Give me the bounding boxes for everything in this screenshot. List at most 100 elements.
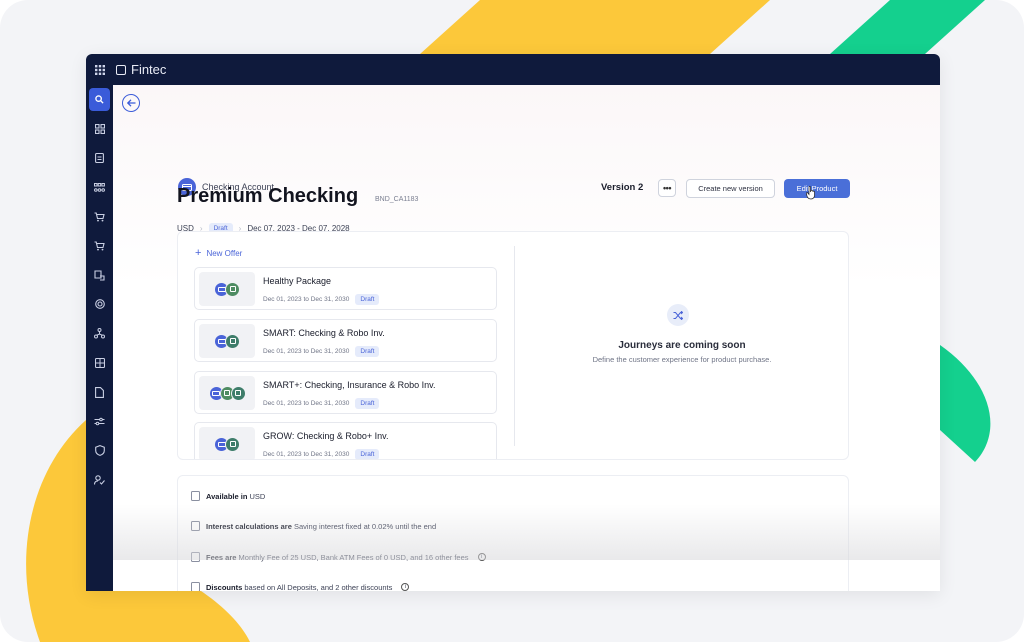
detail-bold: Discounts bbox=[206, 582, 243, 592]
sidebar-item-user-check[interactable] bbox=[86, 466, 113, 495]
status-badge: Draft bbox=[355, 449, 380, 459]
sidebar-item-document[interactable] bbox=[86, 378, 113, 407]
target-icon bbox=[94, 299, 105, 310]
top-bar: Fintec bbox=[86, 54, 940, 85]
product-icon bbox=[225, 333, 240, 349]
edit-product-button[interactable]: Edit Product bbox=[784, 179, 850, 198]
offer-card[interactable]: SMART: Checking & Robo Inv. Dec 01, 2023 … bbox=[194, 319, 497, 362]
new-offer-button[interactable]: + New Offer bbox=[195, 247, 242, 259]
offer-name: SMART: Checking & Robo Inv. bbox=[263, 328, 385, 338]
new-offer-label: New Offer bbox=[206, 248, 243, 258]
arrow-left-icon bbox=[126, 99, 135, 107]
offer-card[interactable]: SMART+: Checking, Insurance & Robo Inv. D… bbox=[194, 371, 497, 414]
apps-grid-icon[interactable] bbox=[86, 54, 114, 85]
info-icon[interactable]: i bbox=[477, 553, 486, 561]
sidebar-item-search[interactable] bbox=[89, 88, 110, 111]
offer-dates: Dec 01, 2023 to Dec 31, 2030 bbox=[263, 296, 350, 303]
decor-green-stripe bbox=[830, 0, 985, 54]
offer-name: Healthy Package bbox=[263, 276, 332, 286]
status-badge: Draft bbox=[355, 294, 380, 305]
sidebar-item-car[interactable] bbox=[86, 260, 113, 289]
sidebar-item-network[interactable] bbox=[86, 319, 113, 348]
plus-icon: + bbox=[195, 247, 202, 259]
network-icon bbox=[94, 328, 105, 339]
brand-logo-icon bbox=[116, 64, 126, 75]
decor-green-arc bbox=[940, 345, 991, 462]
detail-text: based on All Deposits, and 2 other disco… bbox=[244, 582, 393, 592]
version-label: Version 2 bbox=[601, 182, 644, 193]
offer-dates: Dec 01, 2023 to Dec 31, 2030 bbox=[263, 348, 350, 355]
sidebar-item-cart-alt[interactable] bbox=[86, 231, 113, 260]
offer-meta: Dec 01, 2023 to Dec 31, 2030 Draft bbox=[263, 398, 380, 409]
car-icon bbox=[94, 270, 105, 281]
sidebar-item-shield[interactable] bbox=[86, 436, 113, 465]
product-icon bbox=[230, 385, 246, 401]
sidebar-item-sliders[interactable] bbox=[86, 407, 113, 436]
clipboard-icon bbox=[95, 153, 104, 164]
status-badge: Draft bbox=[355, 346, 380, 357]
offers-panel: + New Offer Healthy Package Dec 01, 2023 … bbox=[177, 231, 849, 460]
journeys-title: Journeys are coming soon bbox=[618, 340, 746, 351]
offer-thumbnail bbox=[199, 376, 255, 410]
shuffle-icon bbox=[667, 304, 689, 326]
coins-icon bbox=[191, 521, 200, 531]
calculator-icon bbox=[94, 358, 105, 369]
detail-bold: Fees are bbox=[206, 552, 237, 562]
product-details: Available in USD Interest calculations a… bbox=[177, 475, 849, 591]
sidebar-item-bundles[interactable] bbox=[86, 173, 113, 202]
create-new-version-button[interactable]: Create new version bbox=[686, 179, 775, 198]
document-icon bbox=[191, 491, 200, 501]
sidebar-item-cart[interactable] bbox=[86, 202, 113, 231]
product-icon bbox=[225, 281, 240, 297]
discount-icon bbox=[191, 582, 200, 591]
sidebar-item-modules[interactable] bbox=[86, 114, 113, 143]
offer-meta: Dec 01, 2023 to Dec 31, 2030 Draft bbox=[263, 294, 380, 305]
more-options-button[interactable]: ••• bbox=[658, 179, 676, 197]
sidebar-item-target[interactable] bbox=[86, 290, 113, 319]
detail-text: Monthly Fee of 25 USD, Bank ATM Fees of … bbox=[238, 552, 469, 562]
product-icon bbox=[225, 436, 240, 452]
offer-dates: Dec 01, 2023 to Dec 31, 2030 bbox=[263, 400, 350, 407]
app-window: Fintec Checking Account Premium Checking… bbox=[86, 54, 940, 591]
sidebar-item-clipboard[interactable] bbox=[86, 143, 113, 172]
offer-meta: Dec 01, 2023 to Dec 31, 2030 Draft bbox=[263, 449, 380, 459]
offer-meta: Dec 01, 2023 to Dec 31, 2030 Draft bbox=[263, 346, 380, 357]
back-button[interactable] bbox=[122, 94, 140, 112]
brand-name: Fintec bbox=[131, 62, 167, 77]
shield-icon bbox=[94, 445, 105, 457]
detail-bold: Available in bbox=[206, 491, 248, 501]
document-icon bbox=[95, 386, 104, 398]
search-icon bbox=[95, 95, 104, 104]
detail-row-interest: Interest calculations are Saving interes… bbox=[191, 521, 436, 531]
detail-text: Saving interest fixed at 0.02% until the… bbox=[293, 521, 437, 531]
offer-dates: Dec 01, 2023 to Dec 31, 2030 bbox=[263, 451, 350, 458]
modules-icon bbox=[94, 123, 105, 134]
user-check-icon bbox=[94, 475, 105, 486]
offer-name: SMART+: Checking, Insurance & Robo Inv. bbox=[263, 380, 436, 390]
journeys-subtitle: Define the customer experience for produ… bbox=[592, 355, 772, 364]
hand-cursor-icon bbox=[806, 186, 815, 200]
cart-icon bbox=[94, 211, 105, 222]
main-content: Checking Account Premium Checking BND_CA… bbox=[113, 85, 940, 591]
detail-row-discounts: Discounts based on All Deposits, and 2 o… bbox=[191, 582, 410, 592]
receipt-icon bbox=[191, 552, 200, 562]
decor-yellow-stripe bbox=[420, 0, 770, 54]
offer-card[interactable]: GROW: Checking & Robo+ Inv. Dec 01, 2023 … bbox=[194, 422, 497, 459]
more-horizontal-icon: ••• bbox=[663, 183, 671, 193]
offer-name: GROW: Checking & Robo+ Inv. bbox=[263, 431, 389, 441]
brand[interactable]: Fintec bbox=[116, 62, 166, 77]
bundles-icon bbox=[94, 182, 105, 192]
offer-thumbnail bbox=[199, 324, 255, 358]
sliders-icon bbox=[94, 417, 105, 426]
detail-bold: Interest calculations are bbox=[206, 521, 292, 531]
detail-row-availability: Available in USD bbox=[191, 491, 265, 501]
page-title: Premium Checking bbox=[177, 185, 359, 207]
sidebar bbox=[86, 85, 113, 591]
offer-card[interactable]: Healthy Package Dec 01, 2023 to Dec 31, 2… bbox=[194, 267, 497, 310]
sidebar-item-calculator[interactable] bbox=[86, 348, 113, 377]
detail-row-fees: Fees are Monthly Fee of 25 USD, Bank ATM… bbox=[191, 552, 486, 562]
detail-text: USD bbox=[249, 491, 266, 501]
offer-thumbnail bbox=[199, 272, 255, 306]
info-icon[interactable]: i bbox=[401, 583, 410, 591]
offer-thumbnail bbox=[199, 427, 255, 459]
